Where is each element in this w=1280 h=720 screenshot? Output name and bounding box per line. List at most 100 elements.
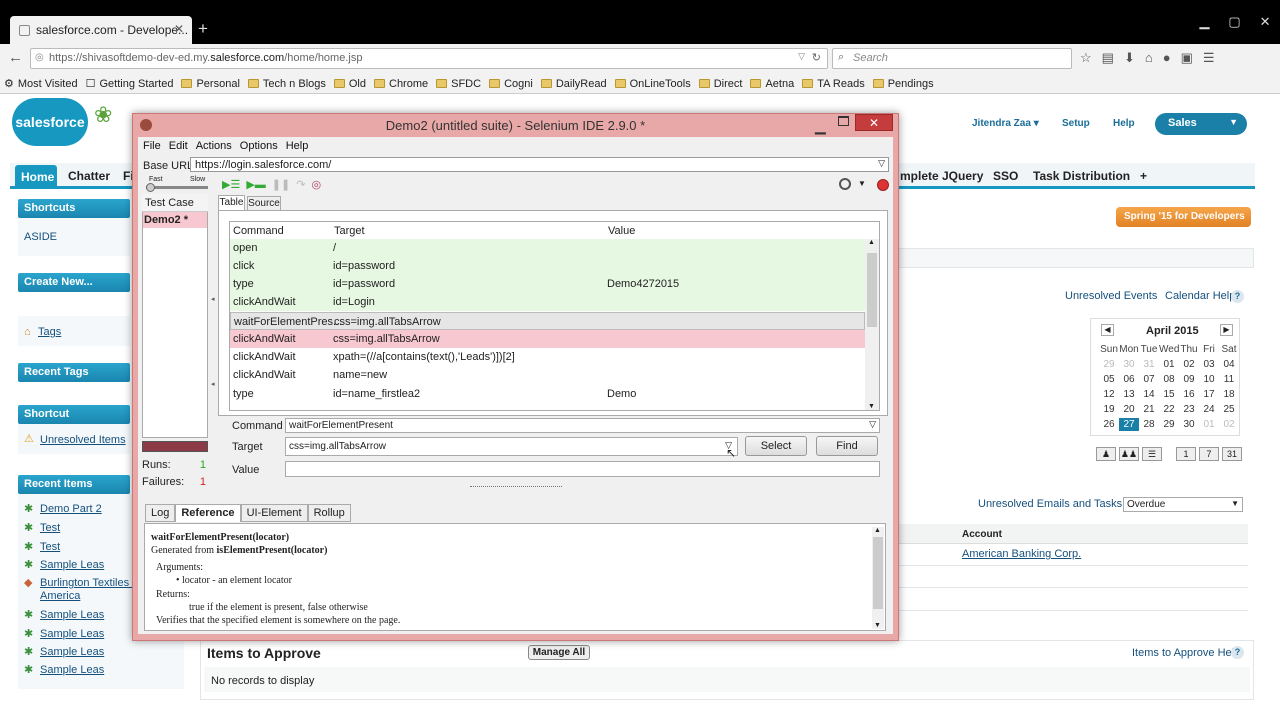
bookmark-star-icon[interactable]: ☆ [1080, 50, 1092, 68]
tab-task-distribution[interactable]: Task Distribution [1033, 169, 1130, 183]
bookmark-item[interactable]: ☐ Getting Started [86, 77, 174, 91]
calendar-day[interactable]: 27 [1119, 418, 1139, 431]
menu-file[interactable]: File [143, 140, 161, 152]
calendar-day[interactable]: 17 [1199, 388, 1219, 401]
calendar-day[interactable]: 26 [1099, 418, 1119, 431]
browser-tab[interactable]: salesforce.com - Develope... ✕ [10, 16, 192, 44]
next-month-icon[interactable]: ▶ [1220, 324, 1233, 336]
calendar-day[interactable]: 05 [1099, 373, 1119, 386]
scroll-thumb[interactable] [867, 253, 877, 327]
setup-link[interactable]: Setup [1062, 118, 1090, 129]
schedule-clock-icon[interactable] [839, 178, 851, 190]
recent-item[interactable]: Burlington Textiles Co [40, 577, 146, 589]
calendar-day[interactable]: 19 [1099, 403, 1119, 416]
calendar-day[interactable]: 31 [1139, 358, 1159, 371]
find-button[interactable]: Find [816, 436, 878, 456]
calendar-day[interactable]: 22 [1159, 403, 1179, 416]
calendar-day[interactable]: 16 [1179, 388, 1199, 401]
test-case-item[interactable]: Demo2 * [143, 212, 207, 228]
bookmark-item[interactable]: Chrome [374, 78, 428, 90]
unresolved-items-link[interactable]: Unresolved Items [40, 434, 126, 446]
calendar-day[interactable]: 24 [1199, 403, 1219, 416]
splitter-handle-icon[interactable]: ◂ [211, 380, 215, 388]
tab-sso[interactable]: SSO [993, 169, 1018, 183]
bookmark-item[interactable]: Cogni [489, 78, 533, 90]
command-row[interactable]: open / [230, 239, 865, 257]
step-icon[interactable]: ↷ [296, 178, 305, 191]
pause-icon[interactable]: ❚❚ [272, 178, 290, 191]
command-row[interactable]: clickAndWait id=Login [230, 293, 865, 311]
menu-actions[interactable]: Actions [196, 140, 232, 152]
scroll-thumb[interactable] [873, 537, 883, 609]
week-view-button[interactable]: 7 [1199, 447, 1219, 461]
calendar-day[interactable]: 18 [1219, 388, 1239, 401]
recent-item[interactable]: Sample Leas [40, 628, 104, 640]
recent-item[interactable]: Sample Leas [40, 609, 104, 621]
multi-user-view-icon[interactable]: ♟♟ [1119, 447, 1139, 461]
recent-item[interactable]: Test [40, 522, 60, 534]
menu-icon[interactable]: ☰ [1203, 50, 1215, 68]
day-view-button[interactable]: 1 [1176, 447, 1196, 461]
command-row[interactable]: type id=password Demo4272015 [230, 275, 865, 293]
record-icon[interactable] [877, 179, 889, 191]
bookmark-item[interactable]: TA Reads [802, 78, 865, 90]
chat-icon[interactable]: ● [1163, 50, 1171, 68]
menu-help[interactable]: Help [286, 140, 309, 152]
bookmark-item[interactable]: OnLineTools [614, 78, 691, 90]
calendar-day[interactable]: 01 [1159, 358, 1179, 371]
items-to-approve-help-link[interactable]: Items to Approve Help [1132, 647, 1240, 659]
tab-log[interactable]: Log [145, 504, 176, 522]
bookmark-item[interactable]: ⚙ Most Visited [4, 77, 78, 91]
new-tab-button[interactable]: + [198, 19, 208, 39]
bookmark-item[interactable]: Direct [698, 78, 742, 90]
calendar-day[interactable]: 14 [1139, 388, 1159, 401]
calendar-day[interactable]: 03 [1199, 358, 1219, 371]
task-filter-select[interactable]: Overdue ▼ [1123, 497, 1243, 512]
command-input[interactable]: waitForElementPresent ▽ [285, 418, 880, 433]
month-view-button[interactable]: 31 [1222, 447, 1242, 461]
search-input[interactable]: ⌕ Search [832, 48, 1072, 69]
calendar-day[interactable]: 11 [1219, 373, 1239, 386]
tab-ui-element[interactable]: UI-Element [240, 504, 308, 522]
target-input[interactable]: css=img.allTabsArrow ▽ [285, 437, 738, 456]
play-test-icon[interactable]: ▶▬ [246, 178, 265, 191]
speed-slider[interactable]: Fast Slow [146, 176, 208, 192]
account-link[interactable]: American Banking Corp. [962, 548, 1081, 560]
tab-source[interactable]: Source [247, 196, 281, 211]
pocket-icon[interactable]: ▣ [1181, 50, 1193, 68]
calendar-day[interactable]: 13 [1119, 388, 1139, 401]
address-bar[interactable]: ◎ https://shivasoftdemo-dev-ed.my.salesf… [30, 48, 828, 69]
calendar-day[interactable]: 30 [1179, 418, 1199, 431]
download-icon[interactable]: ⬇ [1124, 50, 1135, 68]
value-input[interactable] [285, 461, 880, 477]
home-icon[interactable]: ⌂ [1145, 50, 1153, 68]
reading-list-icon[interactable]: ▤ [1102, 50, 1114, 68]
command-row[interactable]: clickAndWait css=img.allTabsArrow [230, 330, 865, 348]
select-button[interactable]: Select [745, 436, 807, 456]
chevron-down-icon[interactable]: ▼ [858, 179, 866, 188]
calendar-help-link[interactable]: Calendar Help [1165, 290, 1235, 302]
bookmark-item[interactable]: SFDC [436, 78, 481, 90]
column-command[interactable]: Command [233, 225, 284, 237]
command-row[interactable]: clickAndWait xpath=(//a[contains(text(),'… [230, 348, 865, 366]
recent-item[interactable]: Demo Part 2 [40, 503, 102, 515]
reload-icon[interactable]: ↻ [812, 51, 821, 64]
help-link[interactable]: Help [1113, 118, 1135, 129]
calendar-day[interactable]: 02 [1179, 358, 1199, 371]
calendar-day[interactable]: 01 [1199, 418, 1219, 431]
list-view-icon[interactable]: ☰ [1142, 447, 1162, 461]
calendar-day[interactable]: 02 [1219, 418, 1239, 431]
calendar-day[interactable]: 25 [1219, 403, 1239, 416]
tab-home[interactable]: Home [15, 165, 57, 189]
manage-all-button[interactable]: Manage All [528, 645, 590, 660]
dropdown-arrow-icon[interactable]: ▽ [798, 51, 805, 62]
tab-close-icon[interactable]: ✕ [174, 22, 184, 36]
calendar-day[interactable]: 28 [1139, 418, 1159, 431]
calendar-day[interactable]: 21 [1139, 403, 1159, 416]
splitter-grip-icon[interactable] [470, 486, 562, 493]
command-row[interactable]: type id=name_firstlea2 Demo [230, 385, 865, 403]
play-suite-icon[interactable]: ▶☰ [222, 178, 240, 191]
unresolved-emails-link[interactable]: Unresolved Emails and Tasks [978, 498, 1122, 510]
recent-item[interactable]: Sample Leas [40, 646, 104, 658]
tags-link[interactable]: Tags [38, 326, 61, 338]
